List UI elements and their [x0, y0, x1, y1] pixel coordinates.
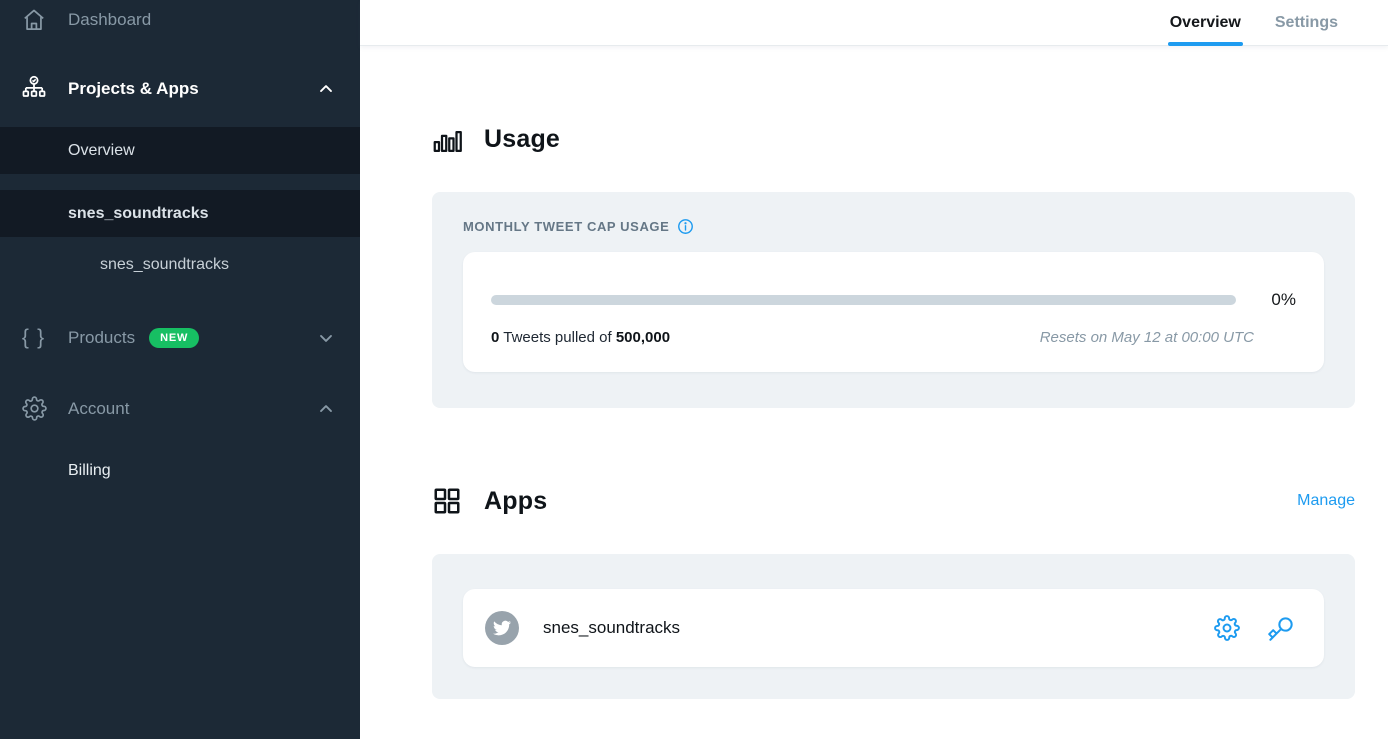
manage-apps-link[interactable]: Manage	[1297, 492, 1355, 510]
usage-section-header: Usage	[432, 124, 1355, 154]
sidebar-item-account[interactable]: Account	[0, 385, 360, 432]
home-icon	[0, 7, 68, 33]
bar-chart-icon	[432, 124, 462, 154]
sidebar-item-project-app[interactable]: snes_soundtracks	[0, 241, 360, 288]
sidebar-item-label: Dashboard	[68, 10, 336, 30]
sitemap-icon	[0, 75, 68, 103]
sidebar-item-project[interactable]: snes_soundtracks	[0, 190, 360, 237]
new-badge: NEW	[149, 328, 199, 348]
sidebar-item-label: Projects & Apps	[68, 79, 316, 99]
chevron-down-icon	[316, 328, 336, 348]
tab-settings[interactable]: Settings	[1275, 0, 1338, 46]
gear-icon	[0, 396, 68, 421]
app-keys-key-icon[interactable]	[1267, 615, 1294, 642]
page-tabs-bar: Overview Settings	[360, 0, 1388, 46]
apps-section-header: Apps Manage	[432, 486, 1355, 516]
sidebar-item-dashboard[interactable]: Dashboard	[0, 0, 360, 40]
sidebar-item-label: ProductsNEW	[68, 328, 316, 348]
tweet-cap-percent: 0%	[1262, 290, 1296, 310]
reset-date-text: Resets on May 12 at 00:00 UTC	[1040, 329, 1254, 346]
grid-icon	[432, 486, 462, 516]
app-row[interactable]: snes_soundtracks	[463, 589, 1324, 667]
tweet-cap-label: MONTHLY TWEET CAP USAGE	[463, 219, 669, 234]
usage-title: Usage	[484, 125, 560, 154]
app-settings-gear-icon[interactable]	[1214, 615, 1240, 641]
sidebar: Dashboard Projects & Apps Overview snes_…	[0, 0, 360, 739]
tweet-cap-usage-panel: 0% 0 Tweets pulled of 500,000 Resets on …	[463, 252, 1324, 372]
sidebar-item-overview[interactable]: Overview	[0, 127, 360, 174]
chevron-up-icon	[316, 399, 336, 419]
tweet-cap-card: MONTHLY TWEET CAP USAGE 0%	[432, 192, 1355, 408]
chevron-up-icon	[316, 79, 336, 99]
info-icon[interactable]	[677, 218, 694, 235]
tweets-pulled-text: 0 Tweets pulled of 500,000	[491, 329, 670, 346]
app-name: snes_soundtracks	[543, 618, 1190, 638]
tweet-cap-progress-bar	[491, 295, 1236, 305]
apps-card: snes_soundtracks	[432, 554, 1355, 699]
sidebar-item-projects-apps[interactable]: Projects & Apps	[0, 65, 360, 112]
apps-title: Apps	[484, 487, 547, 516]
tab-overview[interactable]: Overview	[1170, 0, 1241, 46]
main-content: Overview Settings Usage MONTHLY TWEET CA…	[360, 0, 1388, 739]
sidebar-item-products[interactable]: { } ProductsNEW	[0, 314, 360, 361]
braces-icon: { }	[0, 326, 68, 350]
twitter-bird-icon	[485, 611, 519, 645]
sidebar-item-billing[interactable]: Billing	[0, 447, 360, 494]
sidebar-item-label: Account	[68, 399, 316, 419]
